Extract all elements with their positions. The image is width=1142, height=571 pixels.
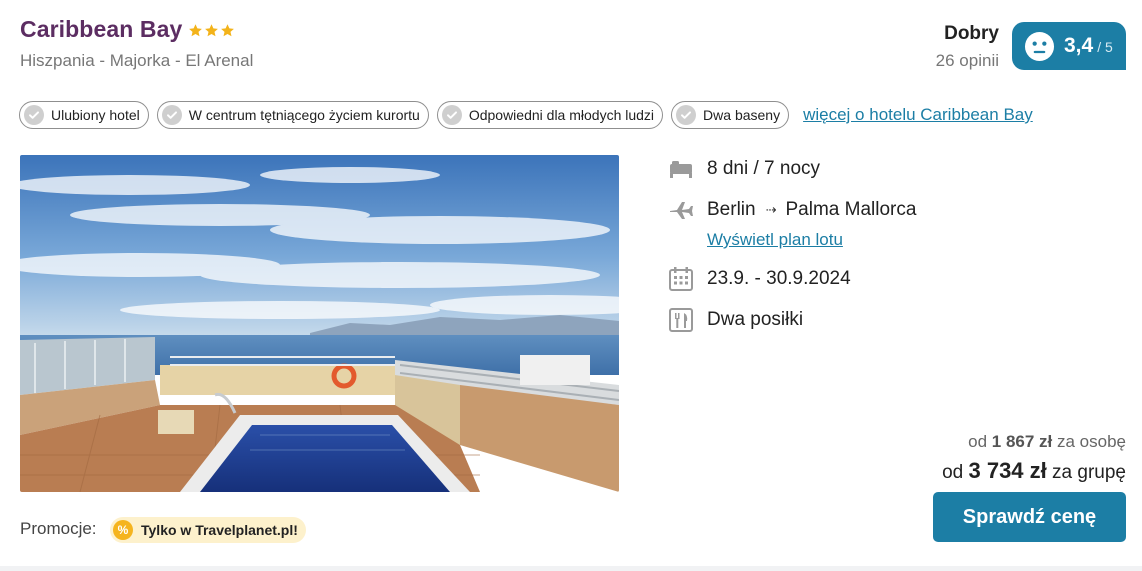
plane-icon	[668, 197, 694, 223]
check-icon	[161, 105, 182, 125]
hotel-name[interactable]: Caribbean Bay	[20, 16, 182, 43]
tag-label: Odpowiedni dla młodych ludzi	[468, 107, 655, 123]
check-icon	[24, 105, 44, 125]
calendar-icon	[668, 266, 694, 292]
tag-chip: Dwa baseny	[671, 101, 790, 129]
dates-text: 23.9. - 30.9.2024	[707, 268, 851, 289]
percent-icon: %	[113, 520, 133, 540]
rating-summary: Dobry 26 opinii	[936, 23, 999, 71]
rating-word: Dobry	[944, 23, 999, 44]
price-group-prefix: od	[942, 462, 964, 483]
meals-row: Dwa posiłki	[668, 307, 803, 333]
rating-badge[interactable]: 3,4 / 5	[1012, 22, 1126, 70]
route-from: Berlin	[707, 199, 756, 220]
price-per-person-suffix: za osobę	[1057, 432, 1126, 451]
duration-text: 8 dni / 7 nocy	[707, 158, 821, 179]
check-price-button[interactable]: Sprawdź cenę	[933, 492, 1126, 542]
star-icon	[205, 24, 219, 37]
rating-max: / 5	[1097, 39, 1113, 55]
tag-label: Dwa baseny	[703, 107, 781, 123]
hotel-photo[interactable]	[20, 155, 619, 492]
route-row: Berlin ⇢ Palma Mallorca	[668, 197, 916, 223]
bed-icon	[668, 156, 694, 182]
flight-plan-link[interactable]: Wyświetl plan lotu	[707, 230, 843, 250]
price-per-person-prefix: od	[968, 432, 988, 451]
check-icon	[676, 105, 697, 125]
route-arrow-icon: ⇢	[765, 202, 777, 217]
meals-text: Dwa posiłki	[707, 309, 804, 330]
tag-label: W centrum tętniącego życiem kurortu	[188, 107, 420, 123]
check-icon	[441, 105, 462, 125]
tag-chip: W centrum tętniącego życiem kurortu	[156, 101, 429, 129]
tag-chip: Ulubiony hotel	[19, 101, 149, 129]
neutral-face-icon	[1024, 31, 1055, 61]
price-per-person: od 1 867 zł za osobę	[968, 432, 1126, 452]
tag-label: Ulubiony hotel	[51, 107, 140, 123]
dates-row: 23.9. - 30.9.2024	[668, 266, 851, 292]
promo-label: Promocje:	[20, 519, 97, 538]
more-about-hotel-link[interactable]: więcej o hotelu Caribbean Bay	[803, 105, 1033, 125]
hotel-stars	[188, 23, 235, 38]
hotel-location: Hiszpania - Majorka - El Arenal	[20, 51, 254, 70]
star-icon	[221, 24, 235, 37]
tag-chip: Odpowiedni dla młodych ludzi	[436, 101, 664, 129]
duration-row: 8 dni / 7 nocy	[668, 156, 820, 182]
promo-badge: % Tylko w Travelplanet.pl!	[110, 517, 306, 543]
rating-score: 3,4	[1064, 34, 1094, 57]
hotel-offer-card: Caribbean Bay Hiszpania - Majorka - El A…	[0, 0, 1142, 566]
price-group-amount: 3 734 zł	[968, 458, 1047, 483]
cutlery-icon	[668, 307, 694, 333]
route-to: Palma Mallorca	[785, 199, 917, 220]
price-group: od 3 734 zł za grupę	[942, 458, 1126, 484]
promo-text: Tylko w Travelplanet.pl!	[141, 522, 298, 538]
hotel-title-row: Caribbean Bay	[20, 16, 235, 43]
card-bottom-divider	[0, 566, 1142, 571]
price-group-suffix: za grupę	[1052, 462, 1126, 483]
price-per-person-amount: 1 867 zł	[991, 432, 1053, 451]
star-icon	[189, 24, 203, 37]
hotel-tags: Ulubiony hotel W centrum tętniącego życi…	[19, 101, 1033, 129]
review-count[interactable]: 26 opinii	[936, 51, 999, 71]
